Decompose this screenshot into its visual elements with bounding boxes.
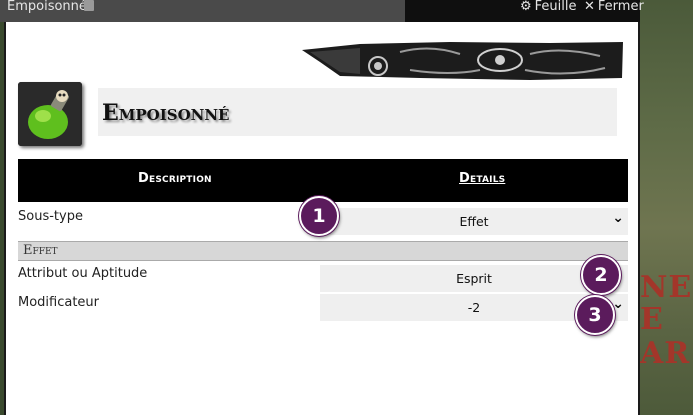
annotation-badge-2: 2 — [581, 255, 621, 295]
sheet-button-label: Feuille — [534, 0, 577, 14]
subtype-value: Effet — [459, 214, 489, 229]
chevron-down-icon: ⌄ — [612, 210, 624, 226]
close-icon: ✕ — [584, 0, 595, 14]
subtype-label: Sous-type — [18, 209, 83, 224]
modifier-label: Modificateur — [18, 295, 100, 310]
section-title: Effet — [23, 243, 58, 258]
item-name: Empoisonné — [102, 100, 230, 126]
section-header-effet: Effet — [18, 241, 628, 261]
attribute-label: Attribut ou Aptitude — [18, 266, 148, 281]
sheet-button[interactable]: ⚙ Feuille — [520, 0, 577, 14]
background-text-3: AR — [640, 336, 691, 371]
background-text-2: E — [640, 302, 664, 337]
subtype-select[interactable]: Effet ⌄ — [320, 208, 628, 235]
annotation-badge-1: 1 — [299, 196, 339, 236]
close-button-label: Fermer — [597, 0, 644, 14]
tab-details[interactable]: Details — [459, 171, 505, 186]
book-icon[interactable] — [84, 0, 94, 11]
gear-icon: ⚙ — [520, 0, 532, 14]
decorative-banner — [302, 42, 623, 80]
poison-potion-icon[interactable] — [18, 82, 82, 146]
close-button[interactable]: ✕ Fermer — [584, 0, 644, 14]
window-titlebar: Empoisonné ⚙ Feuille ✕ Fermer — [0, 0, 644, 22]
background-text-1: NES — [640, 270, 693, 305]
window-title: Empoisonné — [7, 0, 87, 14]
tab-description[interactable]: Description — [138, 171, 212, 186]
annotation-badge-3: 3 — [575, 295, 615, 335]
